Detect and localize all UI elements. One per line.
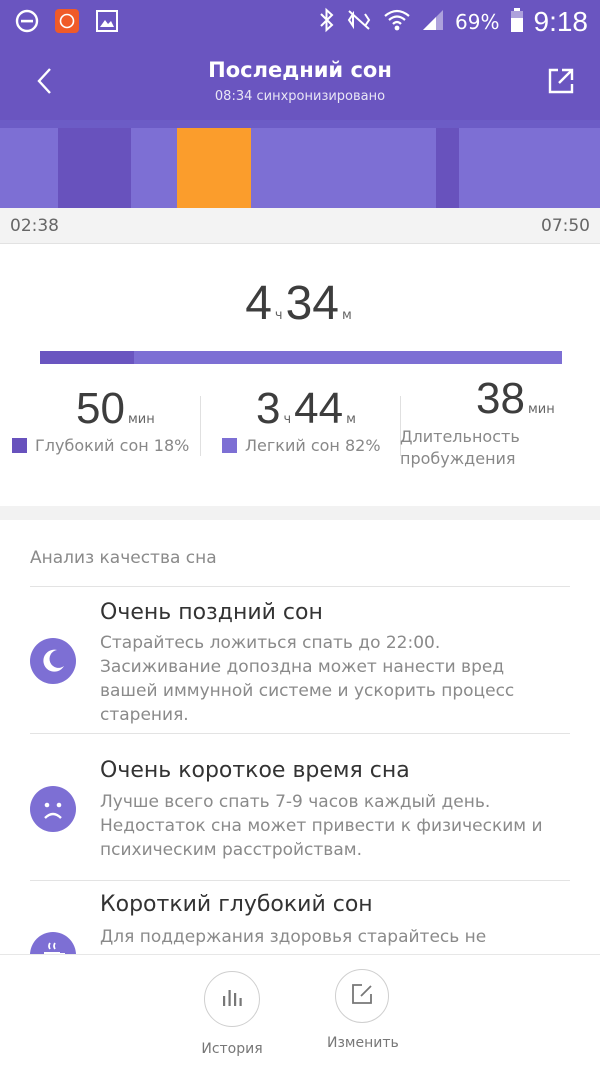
hours-unit: ч	[274, 308, 283, 323]
item-title: Короткий глубокий сон	[100, 892, 373, 917]
timeline-segment-light	[0, 128, 59, 208]
timeline-segment-awake	[177, 128, 251, 208]
mute-vibrate-icon	[345, 7, 373, 37]
list-divider	[30, 880, 570, 881]
list-divider	[30, 586, 570, 587]
item-desc-line: Лучше всего спать 7-9 часов каждый день.	[100, 792, 491, 812]
minus-circle-icon	[14, 8, 40, 34]
edit-label: Изменить	[327, 1035, 399, 1051]
edit-button[interactable]: Изменить	[327, 969, 399, 1051]
awake-value: 38	[476, 374, 525, 423]
page-title: Последний сон	[208, 58, 392, 82]
item-title: Очень короткое время сна	[100, 758, 410, 783]
edit-circle	[335, 969, 389, 1023]
moon-icon	[30, 638, 76, 684]
item-description: Для поддержания здоровья старайтесь не	[100, 925, 580, 949]
item-description: Старайтесь ложиться спать до 22:00. Заси…	[100, 631, 580, 727]
item-description: Лучше всего спать 7-9 часов каждый день.…	[100, 790, 580, 862]
app-header: Последний сон 08:34 синхронизировано	[0, 42, 600, 120]
light-sleep-stat: 3 ч44 м Легкий сон 82%	[222, 384, 381, 455]
mi-app-icon	[54, 8, 80, 34]
awake-label-line1: Длительность	[400, 427, 520, 446]
battery-percent: 69%	[455, 10, 500, 34]
item-desc-line: Засиживание допоздна может нанести вред	[100, 657, 505, 677]
deep-ratio-fill	[40, 351, 134, 364]
signal-icon	[421, 8, 445, 36]
light-hours-unit: ч	[283, 412, 292, 427]
item-desc-line: Для поддержания здоровья старайтесь не	[100, 927, 487, 947]
deep-label: Глубокий сон 18%	[35, 436, 190, 455]
timeline-segment-light	[459, 128, 600, 208]
timeline-top-line	[0, 120, 600, 128]
analysis-title: Анализ качества сна	[30, 548, 217, 568]
light-minutes: 44	[294, 384, 344, 433]
light-minutes-unit: м	[346, 412, 356, 427]
timeline-segment-light	[130, 128, 177, 208]
light-swatch	[222, 438, 237, 453]
history-circle	[204, 971, 260, 1027]
sync-status: 08:34 синхронизировано	[214, 89, 386, 104]
item-desc-line: старения.	[100, 705, 189, 725]
item-desc-line: вашей иммунной системе и ускорить процес…	[100, 681, 515, 701]
edit-icon	[349, 981, 375, 1011]
wifi-icon	[383, 8, 411, 36]
awake-unit: мин	[527, 402, 555, 417]
total-sleep: 4 ч34 м	[0, 276, 600, 331]
item-title: Очень поздний сон	[100, 600, 323, 625]
time-axis: 02:38 07:50	[0, 208, 600, 244]
start-time: 02:38	[10, 216, 59, 236]
battery-icon	[510, 7, 524, 37]
sleep-timeline[interactable]	[0, 120, 600, 208]
total-hours: 4	[245, 277, 272, 330]
timeline-segment-deep	[58, 128, 131, 208]
deep-swatch	[12, 438, 27, 453]
timeline-segment-deep	[436, 128, 459, 208]
section-divider	[0, 506, 600, 520]
end-time: 07:50	[541, 216, 590, 236]
awake-label-line2: пробуждения	[400, 449, 516, 468]
status-bar: 69% 9:18	[0, 0, 600, 42]
clock: 9:18	[533, 6, 589, 37]
history-label: История	[201, 1041, 263, 1057]
light-hours: 3	[256, 384, 281, 433]
item-desc-line: Недостаток сна может привести к физическ…	[100, 816, 543, 836]
bottom-nav: История Изменить	[0, 954, 600, 1066]
sleep-ratio-bar	[40, 351, 562, 364]
bar-chart-icon	[219, 984, 245, 1014]
minutes-unit: м	[341, 308, 352, 323]
gallery-icon	[94, 8, 120, 34]
light-label: Легкий сон 82%	[245, 436, 381, 455]
list-divider	[30, 733, 570, 734]
total-minutes: 34	[285, 277, 339, 330]
deep-sleep-stat: 50 мин Глубокий сон 18%	[12, 384, 189, 455]
awake-stat: 38 мин Длительность пробуждения	[400, 374, 558, 470]
timeline-segment-light	[250, 128, 437, 208]
share-button[interactable]	[546, 66, 576, 96]
stat-divider	[200, 396, 201, 456]
item-desc-line: психическим расстройствам.	[100, 840, 362, 860]
item-desc-line: Старайтесь ложиться спать до 22:00.	[100, 633, 441, 653]
deep-value: 50	[76, 384, 125, 433]
share-icon	[546, 68, 576, 100]
sad-face-icon	[30, 786, 76, 832]
deep-unit: мин	[127, 412, 155, 427]
history-button[interactable]: История	[197, 971, 267, 1057]
bluetooth-icon	[319, 7, 335, 37]
